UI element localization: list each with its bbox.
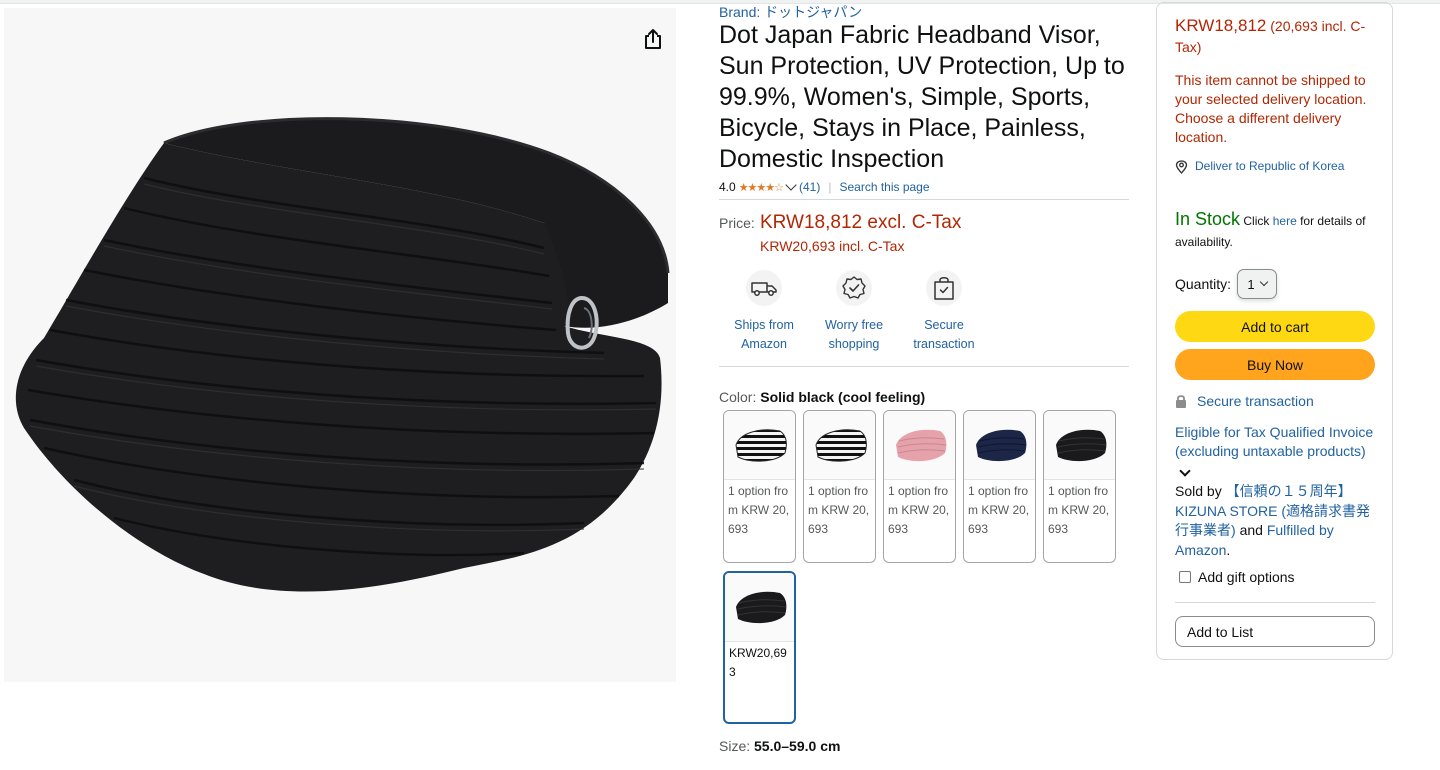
in-stock-label: In Stock: [1175, 209, 1241, 229]
quantity-select[interactable]: 1: [1237, 269, 1278, 299]
badge-check-icon: [836, 270, 872, 306]
color-label: Color:: [719, 389, 757, 405]
add-to-list-button[interactable]: Add to List: [1175, 616, 1375, 647]
swatch-price: 1 option from KRW 20,693: [968, 484, 1030, 536]
color-selection: Color: Solid black (cool feeling): [719, 389, 925, 405]
sold-by-prefix: Sold by: [1175, 483, 1222, 499]
deliver-to-link[interactable]: Deliver to Republic of Korea: [1175, 158, 1375, 175]
lock-icon: [1176, 395, 1186, 408]
price-excl-tax: KRW18,812 excl. C-Tax: [760, 212, 962, 233]
tax-invoice-text: Eligible for Tax Qualified Invoice (excl…: [1175, 424, 1374, 459]
price-label: Price:: [719, 215, 755, 231]
stock-status: In Stock Click here for details of avail…: [1175, 209, 1375, 253]
product-image[interactable]: [4, 8, 676, 682]
gift-label: Add gift options: [1198, 569, 1295, 585]
swatch-thumbnail: [884, 411, 955, 480]
price-incl-tax: KRW20,693 incl. C-Tax: [760, 238, 905, 254]
swatch-thumbnail: [964, 411, 1035, 480]
badge-ships-from-amazon[interactable]: Ships from Amazon: [719, 270, 809, 354]
size-selection: Size: 55.0–59.0 cm: [719, 738, 840, 754]
location-pin-icon: [1175, 160, 1188, 174]
swatch-thumbnail: [1044, 411, 1115, 480]
availability-here-link[interactable]: here: [1273, 214, 1297, 228]
divider: [719, 199, 1129, 200]
tax-invoice-link[interactable]: Eligible for Tax Qualified Invoice (excl…: [1175, 423, 1375, 480]
and-text: and: [1239, 522, 1263, 538]
sold-by: Sold by 【信頼の１５周年】KIZUNA STORE (適格請求書発行事業…: [1175, 482, 1375, 560]
buy-box: KRW18,812 (20,693 incl. C-Tax) This item…: [1156, 2, 1393, 660]
swatch-price: KRW20,693: [729, 646, 787, 679]
badge-label: Secure transaction: [913, 318, 975, 351]
badge-label: Worry free shopping: [824, 318, 884, 351]
color-swatch[interactable]: 1 option from KRW 20,693: [723, 410, 796, 563]
brand-link[interactable]: Brand: ドットジャパン: [719, 2, 862, 22]
shipping-warning: This item cannot be shipped to your sele…: [1175, 72, 1367, 145]
color-swatch[interactable]: 1 option from KRW 20,693: [1043, 410, 1116, 563]
swatch-price: 1 option from KRW 20,693: [1048, 484, 1110, 536]
chevron-down-icon[interactable]: [1179, 465, 1191, 477]
secure-bag-icon: [926, 270, 962, 306]
chevron-down-icon: [1259, 277, 1268, 287]
share-icon: [645, 29, 661, 49]
rating-row: 4.0 ★★★★☆ (41) | Search this page: [719, 179, 930, 194]
secure-transaction-link[interactable]: Secure transaction: [1175, 393, 1375, 409]
product-title: Dot Japan Fabric Headband Visor, Sun Pro…: [719, 21, 1125, 173]
size-value: 55.0–59.0 cm: [754, 738, 841, 754]
quantity-label: Quantity:: [1175, 276, 1232, 292]
swatch-thumbnail: [804, 411, 875, 480]
separator: |: [828, 180, 832, 194]
chevron-down-icon[interactable]: [785, 179, 797, 191]
divider: [719, 366, 1129, 367]
badge-worry-free[interactable]: Worry free shopping: [809, 270, 899, 354]
color-swatch[interactable]: 1 option from KRW 20,693: [803, 410, 876, 563]
buybox-price-main: KRW18,812: [1175, 16, 1267, 35]
color-swatch-selected[interactable]: KRW20,693: [723, 571, 796, 724]
divider: [1175, 602, 1375, 603]
rating-count-link[interactable]: (41): [799, 180, 820, 194]
badge-label: Ships from Amazon: [734, 318, 794, 351]
swatch-thumbnail: [725, 573, 794, 642]
color-swatch[interactable]: 1 option from KRW 20,693: [883, 410, 956, 563]
search-page-link[interactable]: Search this page: [839, 180, 929, 194]
size-label: Size:: [719, 738, 751, 754]
buybox-price: KRW18,812 (20,693 incl. C-Tax): [1175, 15, 1375, 58]
swatch-price: 1 option from KRW 20,693: [808, 484, 870, 536]
quantity-value: 1: [1247, 276, 1255, 292]
selected-color: Solid black (cool feeling): [760, 389, 926, 405]
gift-checkbox[interactable]: [1179, 571, 1191, 583]
swatch-thumbnail: [724, 411, 795, 480]
visor-photo: [15, 117, 670, 592]
swatch-price: 1 option from KRW 20,693: [728, 484, 790, 536]
add-to-cart-button[interactable]: Add to cart: [1175, 311, 1375, 342]
quantity-row: Quantity: 1: [1175, 269, 1375, 299]
gift-options[interactable]: Add gift options: [1175, 569, 1375, 585]
truck-icon: [746, 270, 782, 306]
deliver-to-text: Deliver to Republic of Korea: [1195, 159, 1345, 173]
badge-secure-transaction[interactable]: Secure transaction: [899, 270, 989, 354]
click-text: Click: [1243, 214, 1270, 228]
buy-now-button[interactable]: Buy Now: [1175, 349, 1375, 380]
color-swatch[interactable]: 1 option from KRW 20,693: [963, 410, 1036, 563]
trust-badges: Ships from Amazon Worry free shopping Se…: [719, 270, 999, 360]
period: .: [1226, 541, 1231, 558]
share-button[interactable]: [636, 22, 670, 56]
star-rating-icon[interactable]: ★★★★☆: [739, 181, 784, 194]
swatch-price: 1 option from KRW 20,693: [888, 484, 950, 536]
rating-value: 4.0: [719, 180, 736, 194]
secure-transaction-text: Secure transaction: [1197, 393, 1314, 409]
